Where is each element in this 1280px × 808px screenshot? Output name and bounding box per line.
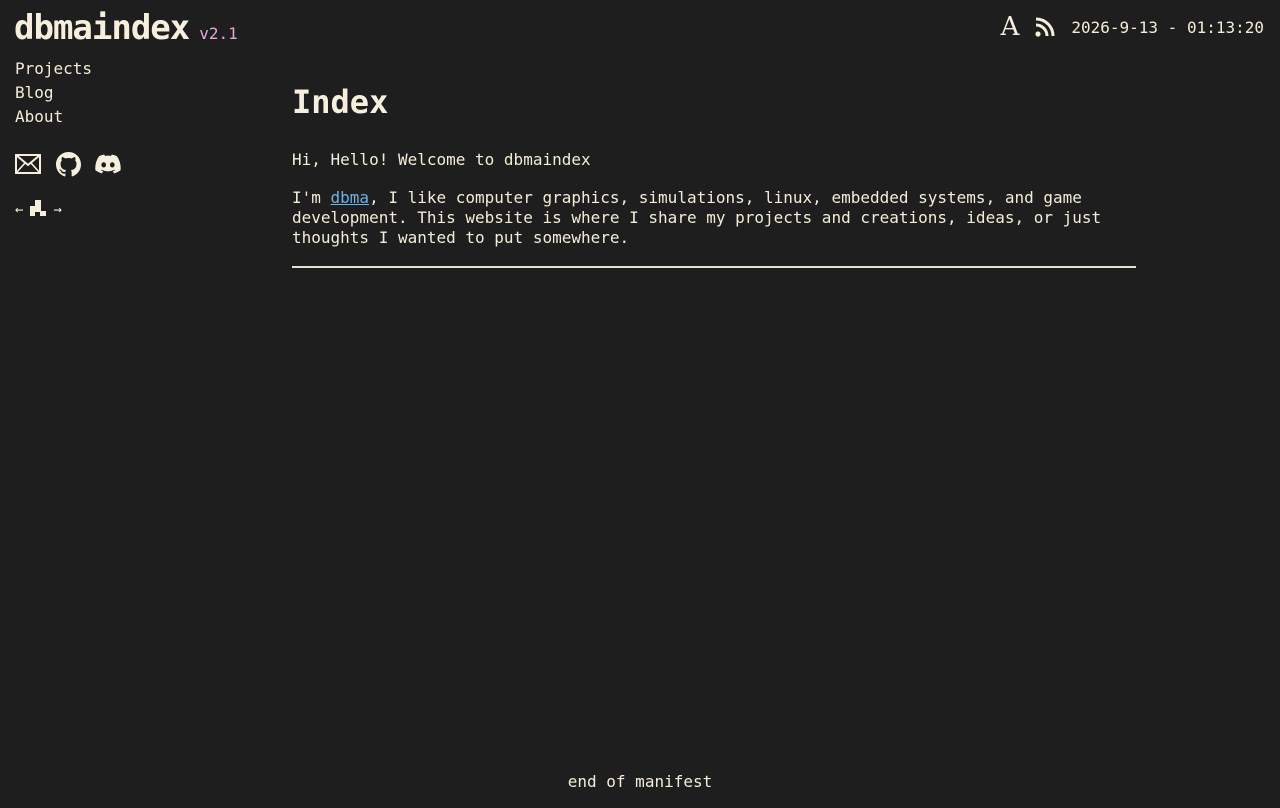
page: dbmaindex v2.1 A 2026-9-13 - 01:13:20 Pr… bbox=[0, 0, 1280, 808]
version-label: v2.1 bbox=[199, 24, 238, 43]
webring-prev-button[interactable]: ← bbox=[15, 202, 23, 218]
page-title: Index bbox=[292, 83, 389, 121]
nav-blog[interactable]: Blog bbox=[15, 81, 255, 105]
mail-icon[interactable] bbox=[15, 151, 41, 177]
footer-text: end of manifest bbox=[567, 772, 713, 791]
rss-icon[interactable] bbox=[1035, 17, 1055, 37]
sidebar: Projects Blog About ← → bbox=[15, 57, 255, 221]
author-link[interactable]: dbma bbox=[331, 188, 370, 207]
content-divider bbox=[292, 266, 1136, 268]
main-content: Index Hi, Hello! Welcome to dbmaindex I'… bbox=[292, 82, 1136, 268]
greeting-text: Hi, Hello! Welcome to dbmaindex bbox=[292, 150, 591, 169]
clock: 2026-9-13 - 01:13:20 bbox=[1071, 17, 1264, 37]
intro-prefix: I'm bbox=[292, 188, 331, 207]
webring-logo-icon[interactable] bbox=[29, 199, 47, 221]
intro-paragraph: I'm dbma, I like computer graphics, simu… bbox=[292, 188, 1136, 248]
intro-suffix: , I like computer graphics, simulations,… bbox=[292, 188, 1102, 247]
webring-next-button[interactable]: → bbox=[53, 202, 61, 218]
github-icon[interactable] bbox=[55, 151, 81, 177]
font-toggle-button[interactable]: A bbox=[1001, 14, 1020, 40]
nav-about[interactable]: About bbox=[15, 105, 255, 129]
webring: ← → bbox=[15, 199, 255, 221]
discord-icon[interactable] bbox=[95, 151, 121, 177]
social-links bbox=[15, 151, 255, 177]
nav-projects[interactable]: Projects bbox=[15, 57, 255, 81]
site-header-brand: dbmaindex v2.1 bbox=[14, 8, 238, 48]
site-title[interactable]: dbmaindex bbox=[14, 8, 190, 48]
topbar-right: A 2026-9-13 - 01:13:20 bbox=[1001, 14, 1264, 40]
